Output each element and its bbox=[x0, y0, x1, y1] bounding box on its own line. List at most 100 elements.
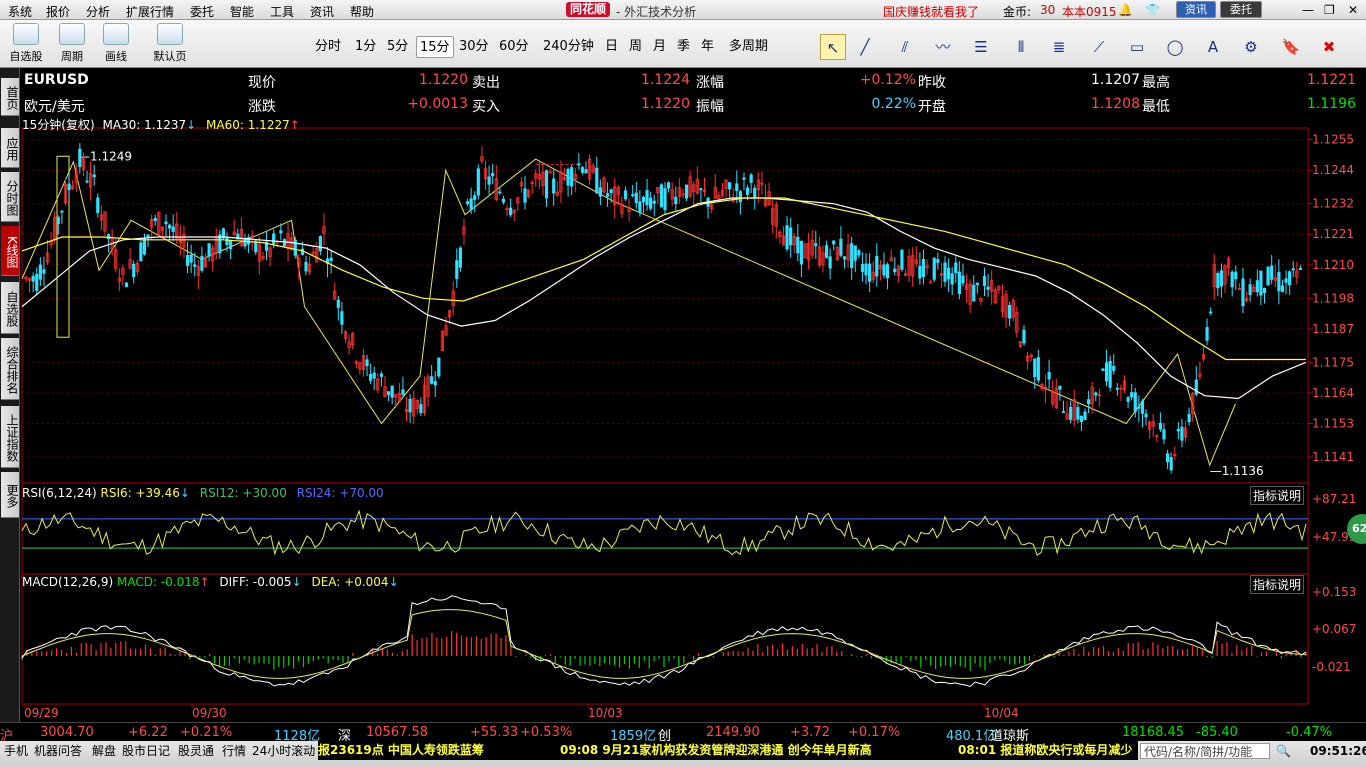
candle-body bbox=[1270, 265, 1274, 280]
candle-body bbox=[875, 255, 879, 277]
candle-body bbox=[390, 385, 394, 398]
candle-body bbox=[1094, 392, 1098, 396]
macd-help-button[interactable]: 指标说明 bbox=[1250, 575, 1305, 594]
high-annotation: —1.1249 bbox=[78, 149, 132, 163]
candle-body bbox=[868, 263, 872, 282]
ticker-item[interactable]: 报23619点 中国人寿领跌蓝筹 bbox=[318, 743, 484, 757]
candle-body bbox=[372, 372, 376, 379]
candle-body bbox=[566, 168, 570, 186]
candle-body bbox=[1115, 387, 1119, 390]
candle-body bbox=[67, 183, 71, 191]
clock: 09:51:26 bbox=[1310, 744, 1366, 758]
candle-body bbox=[491, 172, 495, 177]
search-icon[interactable]: 🔍 bbox=[1276, 743, 1291, 759]
bottom-tab-ling[interactable]: 股灵通 bbox=[178, 743, 214, 759]
candle-body bbox=[753, 187, 757, 198]
candle-body bbox=[523, 188, 527, 203]
bottom-tab-24h[interactable]: 24小时滚动 bbox=[252, 743, 315, 759]
up-arrow-icon: ↑ bbox=[289, 118, 300, 132]
candle-body bbox=[824, 245, 829, 258]
candle-body bbox=[272, 233, 276, 245]
bottom-tab-diary[interactable]: 股市日记 bbox=[122, 743, 170, 759]
candle-body bbox=[31, 275, 35, 282]
quote-value: 1.1220 bbox=[641, 96, 690, 112]
bottom-tab-market[interactable]: 行情 bbox=[222, 743, 246, 759]
quote-label: 卖出 bbox=[472, 75, 500, 91]
candle-body bbox=[1180, 426, 1184, 441]
down-arrow-icon: ↓ bbox=[179, 486, 190, 500]
market-item: 18168.45 bbox=[1122, 725, 1185, 740]
candle-body bbox=[1108, 360, 1112, 388]
candle-body bbox=[229, 239, 233, 250]
panel-frame bbox=[21, 127, 1309, 484]
down-arrow-icon: ↓ bbox=[186, 118, 197, 132]
candle-body bbox=[1165, 453, 1170, 463]
bottom-tab-mobile[interactable]: 手机 bbox=[4, 743, 28, 759]
macd-tick-label: +0.067 bbox=[1312, 622, 1356, 636]
candle-body bbox=[132, 263, 136, 278]
candle-body bbox=[318, 236, 322, 252]
bottom-tab-robot-qa[interactable]: 机器问答 bbox=[34, 743, 82, 759]
quote-value: 0.22% bbox=[871, 96, 916, 112]
market-item: +0.21% bbox=[180, 725, 233, 740]
candle-body bbox=[1087, 399, 1091, 405]
candle-body bbox=[850, 243, 854, 268]
rsi-legend: RSI(6,12,24) RSI6: +39.46↓ RSI12: +30.00… bbox=[22, 486, 384, 500]
diff-line bbox=[21, 595, 1307, 688]
price-tick-label: 1.1187 bbox=[1312, 322, 1354, 336]
candle-body bbox=[839, 238, 843, 256]
chart-grid bbox=[21, 127, 1313, 705]
candle-body bbox=[1176, 428, 1180, 432]
candle-body bbox=[365, 359, 369, 367]
candle-body bbox=[282, 239, 287, 247]
market-item: +6.22 bbox=[128, 725, 168, 740]
candle-body bbox=[605, 193, 610, 197]
candle-body bbox=[893, 268, 897, 273]
candle-body bbox=[986, 286, 990, 290]
search-input[interactable]: 代码/名称/简拼/功能 bbox=[1140, 743, 1270, 759]
candle-body bbox=[1209, 311, 1213, 314]
candle-body bbox=[1083, 411, 1087, 421]
macd-name: MACD(12,26,9) bbox=[22, 575, 114, 589]
candle-body bbox=[401, 389, 405, 395]
candle-body bbox=[146, 234, 150, 237]
candle-body bbox=[1036, 357, 1040, 381]
candle-body bbox=[735, 183, 739, 191]
rsi-help-button[interactable]: 指标说明 bbox=[1250, 486, 1305, 505]
candle-body bbox=[60, 210, 64, 213]
candle-body bbox=[1112, 365, 1116, 371]
candle-body bbox=[139, 242, 143, 262]
candle-body bbox=[975, 282, 979, 286]
quote-label: 昨收 bbox=[918, 75, 946, 91]
macd-legend: MACD(12,26,9) MACD: -0.018↑ DIFF: -0.005… bbox=[22, 575, 399, 589]
market-item: 2149.90 bbox=[706, 725, 760, 740]
price-tick-label: 1.1210 bbox=[1312, 258, 1354, 272]
price-tick-label: 1.1244 bbox=[1312, 163, 1354, 177]
bottom-tab-analysis[interactable]: 解盘 bbox=[92, 743, 116, 759]
rsi6-value: RSI6: +39.46 bbox=[100, 486, 180, 500]
candle-body bbox=[487, 176, 491, 185]
market-item: +3.72 bbox=[790, 725, 830, 740]
candle-body bbox=[699, 188, 703, 191]
candle-body bbox=[200, 255, 204, 271]
rsi-name: RSI(6,12,24) bbox=[22, 486, 97, 500]
candle-body bbox=[78, 148, 82, 168]
ticker-item[interactable]: 09:08 9月21家机构获发资管牌迎深港通 创今年单月新高 bbox=[560, 741, 872, 760]
candle-body bbox=[634, 192, 638, 204]
news-ticker[interactable]: 报23619点 中国人寿领跌蓝筹 09:08 9月21家机构获发资管牌迎深港通 … bbox=[318, 741, 1138, 760]
price-tick-label: 1.1232 bbox=[1312, 197, 1354, 211]
price-tick-label: 1.1175 bbox=[1312, 355, 1354, 369]
candle-body bbox=[340, 311, 344, 325]
quote-label: 开盘 bbox=[918, 99, 946, 115]
candle-body bbox=[796, 236, 800, 254]
rsi24-value: RSI24: +70.00 bbox=[296, 486, 384, 500]
quote-value: 1.1208 bbox=[1091, 96, 1140, 112]
time-axis: 09/29 09/30 10/03 10/04 bbox=[23, 704, 1019, 720]
candle-body bbox=[1079, 415, 1084, 423]
x-tick-label: 09/30 bbox=[192, 706, 227, 720]
market-item: +0.53% bbox=[520, 725, 573, 740]
candle-body bbox=[1137, 406, 1141, 409]
ma-legend: 15分钟(复权) MA30: 1.1237↓ MA60: 1.1227↑ bbox=[22, 116, 300, 133]
ticker-item[interactable]: 08:01 报道称欧央行或每月减少 bbox=[958, 741, 1132, 760]
candle-body bbox=[336, 299, 340, 308]
